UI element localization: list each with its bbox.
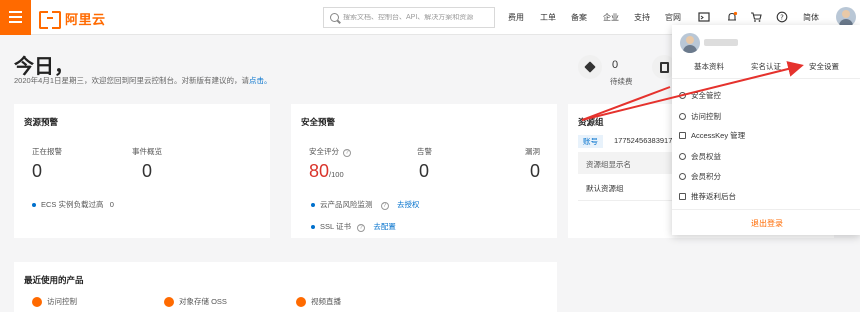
account-tag: 账号 [578, 135, 603, 148]
logout-button[interactable]: 退出登录 [751, 218, 783, 229]
table-row[interactable]: 默认资源组 [586, 183, 624, 194]
recent-product-item[interactable]: 对象存储 OSS [164, 296, 227, 308]
dropdown-item-security-control[interactable]: 安全管控 [679, 90, 721, 101]
cart-icon[interactable] [750, 11, 762, 23]
warn-count[interactable]: 0 [419, 161, 429, 182]
account-dropdown: 基本资料 实名认证 安全设置 安全管控 访问控制 AccessKey 管理 会员… [672, 25, 860, 235]
shield-icon [679, 92, 686, 99]
help-icon[interactable]: ? [343, 149, 351, 157]
warn-label: 告警 [417, 147, 432, 156]
points-icon [679, 173, 686, 180]
dropdown-tab-profile[interactable]: 基本资料 [694, 61, 724, 72]
nav-billing[interactable]: 费用 [508, 12, 524, 23]
badge-icon [679, 153, 686, 160]
referral-icon [679, 193, 686, 200]
stat-value: 0 [612, 59, 619, 71]
avatar [680, 33, 700, 53]
greeting-text: 2020年4月1日星期三，欢迎您回到阿里云控制台。对新版有建议的，请 [14, 76, 250, 85]
access-control-icon [32, 297, 42, 308]
oss-icon [164, 297, 174, 308]
dropdown-item-member-points[interactable]: 会员积分 [679, 171, 721, 182]
recent-product-item[interactable]: 视频直播 [296, 296, 341, 308]
search-input[interactable] [343, 14, 493, 21]
card-title: 最近使用的产品 [24, 275, 84, 285]
live-video-icon [296, 297, 306, 308]
ecs-load-value: 0 [109, 200, 114, 209]
ecs-load-label: ECS 实例负载过高 [41, 200, 104, 209]
card-title: 资源预警 [24, 117, 59, 127]
help-icon[interactable]: ? [380, 202, 389, 210]
dropdown-tab-verification[interactable]: 实名认证 [751, 61, 781, 72]
authorize-link[interactable]: 去授权 [397, 200, 420, 209]
vuln-count[interactable]: 0 [530, 161, 540, 182]
avatar[interactable] [836, 7, 856, 27]
help-icon[interactable]: ? [357, 224, 366, 232]
nav-official-site[interactable]: 官网 [665, 12, 681, 23]
resource-alert-card: 资源预警 正在报警 0 事件概览 0 ECS 实例负载过高 0 [14, 104, 270, 238]
dropdown-item-referral[interactable]: 推荐返利后台 [679, 191, 736, 202]
dropdown-item-member-benefits[interactable]: 会员权益 [679, 151, 721, 162]
nav-icp[interactable]: 备案 [571, 12, 587, 23]
ecs-load-item: ECS 实例负载过高 0 [32, 199, 114, 210]
user-icon [679, 113, 686, 120]
event-count[interactable]: 0 [142, 161, 152, 182]
security-score-total: /100 [329, 170, 344, 179]
stat-label: 待续费 [610, 77, 633, 86]
alarm-label: 正在报警 [32, 147, 62, 156]
cloud-risk-item: 云产品风险监测 ? 去授权 [311, 199, 420, 210]
card-title: 安全预警 [301, 117, 336, 127]
stat-pending-renewal[interactable] [578, 55, 602, 79]
dropdown-tab-security[interactable]: 安全设置 [809, 61, 839, 72]
dropdown-item-accesskey[interactable]: AccessKey 管理 [679, 130, 745, 141]
search-box[interactable] [323, 7, 495, 28]
logo-text: 阿里云 [65, 11, 106, 27]
alarm-count[interactable]: 0 [32, 161, 42, 182]
recent-products-card: 最近使用的产品 访问控制 对象存储 OSS 视频直播 [14, 262, 557, 312]
column-header: 资源组显示名 [586, 160, 631, 169]
bell-icon[interactable] [726, 11, 738, 23]
greeting-subtitle: 2020年4月1日星期三，欢迎您回到阿里云控制台。对新版有建议的，请点击。 [14, 75, 272, 86]
card-title: 资源组 [578, 117, 604, 127]
dropdown-item-access-control[interactable]: 访问控制 [679, 111, 721, 122]
divider [672, 209, 860, 210]
help-icon[interactable]: ? [776, 11, 788, 23]
vuln-label: 漏洞 [525, 147, 540, 156]
user-name [704, 39, 738, 46]
nav-enterprise[interactable]: 企业 [603, 12, 619, 23]
nav-tickets[interactable]: 工单 [540, 12, 556, 23]
configure-link[interactable]: 去配置 [373, 222, 396, 231]
key-icon [679, 132, 686, 139]
language-switch[interactable]: 简体 [803, 12, 819, 23]
svg-text:?: ? [780, 13, 784, 21]
divider [672, 78, 860, 79]
security-score[interactable]: 80/100 [309, 161, 344, 182]
security-score-label: 安全评分? [309, 146, 351, 157]
nav-support[interactable]: 支持 [634, 12, 650, 23]
aliyun-logo-icon [39, 11, 61, 29]
hamburger-menu-button[interactable] [0, 0, 31, 35]
cube-icon [578, 55, 602, 79]
recent-product-item[interactable]: 访问控制 [32, 296, 77, 308]
search-icon [330, 13, 339, 22]
security-alert-card: 安全预警 安全评分? 80/100 告警 0 漏洞 0 云产品风险监测 ? 去授… [291, 104, 557, 238]
ssl-cert-item: SSL 证书 ? 去配置 [311, 221, 396, 232]
terminal-icon[interactable] [698, 11, 710, 23]
account-id: 17752456383917 [614, 136, 673, 145]
feedback-link[interactable]: 点击。 [249, 76, 272, 85]
aliyun-logo[interactable]: 阿里云 [39, 10, 106, 29]
event-label: 事件概览 [132, 147, 162, 156]
